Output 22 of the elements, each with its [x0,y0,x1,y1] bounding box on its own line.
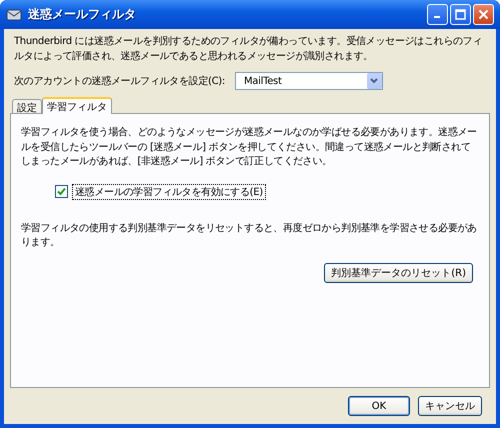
dropdown-button[interactable] [366,73,382,89]
dialog-button[interactable]: キャンセル [418,396,482,416]
description-text: 学習フィルタを使う場合、どのようなメッセージが迷惑メールなのか学ばせる必要があります。迷惑メールを受信したらツールバーの [迷惑メール] ボタンを押してください。間違って迷惑メールと判断されてしまったメールがあれば、[非迷惑メール] ボタンで訂正してください。 [21,126,478,169]
window-title: 迷惑メールフィルタ [28,6,137,23]
checkbox[interactable] [55,185,68,198]
close-icon [478,9,489,20]
reset-note-text: 学習フィルタの使用する判別基準データをリセットすると、再度ゼロから判別基準を学習させる必要があります。 [21,222,478,250]
envelope-icon [6,6,22,22]
checkbox-label: 迷惑メールの学習フィルタを有効にする(E) [72,184,266,200]
maximize-icon [455,9,466,20]
chevron-down-icon [370,78,378,84]
checkmark-icon [57,187,66,196]
minimize-button[interactable] [427,4,448,25]
account-dropdown[interactable]: MailTest [234,72,383,90]
close-button[interactable] [473,4,494,25]
maximize-button[interactable] [450,4,471,25]
account-label: 次のアカウントの迷惑メールフィルタを設定(C): [14,74,225,88]
tab[interactable]: 設定 [12,99,42,114]
tab[interactable]: 学習フィルタ [42,97,112,114]
dialog-button[interactable]: OK [348,396,410,416]
intro-text: Thunderbird には迷惑メールを判別するためのフィルタが備わっています。受信メッセージはこれらのフィルタによって評価され、迷惑メールであると思われるメッセージが識別されます。 [13,35,484,64]
reset-button[interactable]: 判別基準データのリセット(R) [324,262,473,282]
